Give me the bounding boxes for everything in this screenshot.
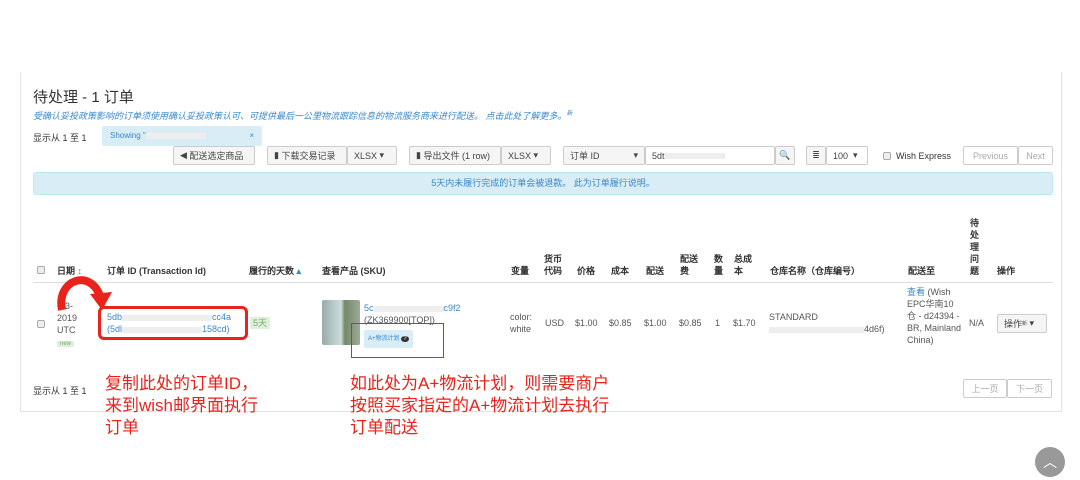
caret-down-icon: ▾: [1029, 318, 1035, 328]
col-pending-issue: 待处理问题: [970, 218, 980, 276]
select-all-checkbox[interactable]: [37, 266, 45, 274]
shipping: $1.00: [644, 318, 667, 328]
label: Wish Express: [896, 151, 952, 161]
cost: $0.85: [609, 318, 632, 328]
col-currency: 货币代码: [544, 254, 563, 276]
redacted: [769, 326, 864, 333]
header-divider: [33, 282, 1053, 283]
list-icon: ≣: [806, 146, 826, 165]
col-product: 查看产品 (SKU): [322, 266, 386, 276]
redacted: [664, 152, 725, 159]
caret-down-icon: ▾: [379, 150, 385, 160]
label: 订单 ID: [570, 151, 600, 161]
search-button[interactable]: 🔍: [775, 146, 795, 165]
sort-asc-icon: ▴: [296, 266, 302, 276]
page-size-select[interactable]: 100 ▾: [826, 146, 868, 165]
search-icon: 🔍: [779, 150, 791, 160]
warehouse-name: STANDARD: [769, 312, 818, 322]
annotation-left: 复制此处的订单ID，来到wish邮界面执行订单: [105, 374, 259, 437]
annotation-right: 如此处为A+物流计划，则需要商户按照买家指定的A+物流计划去执行订单配送: [350, 374, 610, 437]
filter-chip[interactable]: Showing " ×: [102, 126, 262, 146]
new-badge: 新: [566, 111, 573, 117]
file-icon: ▮: [274, 150, 282, 160]
download-records-button[interactable]: ▮ 下载交易记录: [267, 146, 347, 165]
truck-icon: ◀: [180, 150, 190, 160]
col-ship-to: 配送至: [908, 266, 936, 276]
action-dropdown[interactable]: 操作新 ▾: [997, 314, 1047, 333]
alert-link[interactable]: 此为订单履行说明。: [574, 178, 655, 188]
showing-range: 显示从 1 至 1: [33, 133, 87, 143]
notice-text[interactable]: 受确认妥投政策影响的订单须使用确认妥投政策认可、可提供最后一公里物流跟踪信息的物…: [33, 111, 567, 121]
search-value: 5dt: [652, 150, 665, 161]
order-id-highlight: [98, 306, 248, 340]
quantity: 1: [715, 318, 721, 328]
product-id[interactable]: 5c c9f2: [364, 302, 461, 314]
col-days[interactable]: 履行的天数 ▴: [249, 265, 301, 277]
filter-chip-text: Showing ": [110, 131, 146, 140]
total-cost: $1.70: [733, 318, 756, 328]
col-action: 操作: [997, 266, 1016, 276]
label: XLSX: [508, 150, 532, 161]
timezone: UTC: [57, 325, 76, 335]
shipping-fee: $0.85: [679, 318, 702, 328]
pending-issue: N/A: [969, 318, 985, 328]
warehouse: STANDARD 4d6f): [769, 311, 885, 335]
alert-text: 5天内未履行完成的订单会被退款。: [431, 178, 572, 188]
col-quantity: 数量: [714, 254, 724, 276]
search-field-select[interactable]: 订单 ID ▾: [563, 146, 645, 165]
info-alert: 5天内未履行完成的订单会被退款。 此为订单履行说明。: [33, 172, 1053, 195]
wish-express-filter[interactable]: Wish Express: [883, 151, 951, 161]
orders-panel: [20, 72, 1062, 412]
currency: USD: [545, 318, 565, 328]
col-total-cost: 总成本: [734, 254, 753, 276]
footer-showing-range: 显示从 1 至 1: [33, 386, 87, 396]
price: $1.00: [575, 318, 598, 328]
next-page-button[interactable]: 下一页: [1007, 379, 1052, 398]
wish-express-checkbox[interactable]: [883, 152, 891, 160]
product-id-end: c9f2: [443, 303, 461, 313]
warehouse-id: 4d6f): [864, 324, 885, 334]
new-badge: 新: [1022, 321, 1028, 327]
aplus-highlight: [351, 323, 444, 358]
label: 履行的天数: [249, 266, 295, 276]
col-shipping: 配送: [646, 266, 665, 276]
previous-button[interactable]: Previous: [963, 146, 1018, 165]
row-checkbox[interactable]: [37, 320, 45, 328]
col-order-id: 订单 ID (Transaction Id): [107, 266, 207, 276]
label: 下载交易记录: [281, 151, 336, 161]
label: XLSX: [354, 150, 378, 161]
variant: color: white: [510, 312, 533, 334]
caret-down-icon: ▾: [633, 150, 638, 160]
label: 配送选定商品: [189, 151, 244, 161]
search-input[interactable]: 5dt: [645, 146, 775, 165]
col-price: 价格: [577, 266, 596, 276]
file-icon: ▮: [416, 150, 424, 160]
download-format-select[interactable]: XLSX ▾: [347, 146, 397, 165]
redacted: [145, 132, 206, 139]
export-format-select[interactable]: XLSX ▾: [501, 146, 551, 165]
caret-down-icon: ▾: [533, 150, 539, 160]
label: 100: [833, 150, 849, 161]
days-badge: 5天: [250, 317, 271, 329]
new-badge: new: [57, 341, 75, 347]
label: 操作: [1004, 319, 1023, 329]
policy-notice[interactable]: 受确认妥投政策影响的订单须使用确认妥投政策认可、可提供最后一公里物流跟踪信息的物…: [33, 108, 573, 122]
export-file-button[interactable]: ▮ 导出文件 (1 row): [409, 146, 501, 165]
col-warehouse: 仓库名称（仓库编号）: [770, 266, 861, 276]
close-icon[interactable]: ×: [249, 131, 254, 140]
page-title: 待处理 - 1 订单: [33, 89, 134, 106]
redacted: [373, 305, 444, 312]
scroll-top-icon[interactable]: ︿: [1035, 447, 1065, 477]
product-id-start: 5c: [364, 303, 374, 313]
col-cost: 成本: [611, 266, 630, 276]
prev-page-button[interactable]: 上一页: [963, 379, 1007, 398]
label: 导出文件 (1 row): [423, 151, 490, 161]
col-variant: 变量: [511, 266, 530, 276]
caret-down-icon: ▾: [853, 150, 858, 160]
next-button[interactable]: Next: [1018, 146, 1053, 165]
ship-selected-button[interactable]: ◀ 配送选定商品: [173, 146, 255, 165]
view-link[interactable]: 查看: [907, 287, 925, 297]
col-shipping-fee: 配送费: [680, 254, 699, 276]
ship-to: 查看 (Wish EPC华南10仓 - d24394 - BR, Mainlan…: [907, 286, 962, 346]
